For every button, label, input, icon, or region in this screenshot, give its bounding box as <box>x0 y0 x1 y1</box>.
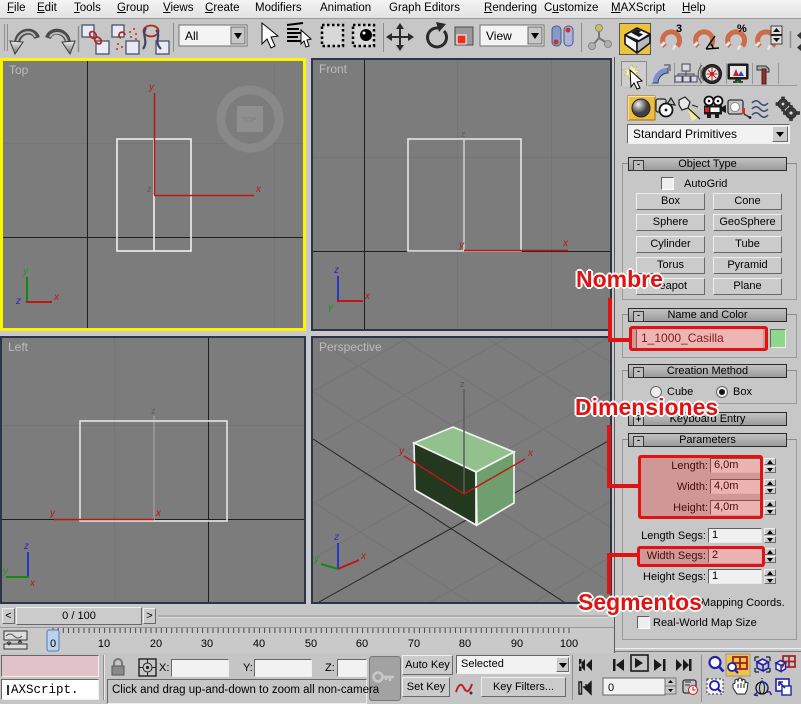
svg-text:x: x <box>360 551 367 562</box>
svg-text:60: 60 <box>356 638 368 650</box>
svg-text:40: 40 <box>253 638 265 650</box>
svg-text:z: z <box>147 184 152 194</box>
svg-text:All: All <box>185 29 198 43</box>
svg-text:50: 50 <box>305 638 317 650</box>
svg-text:y: y <box>458 240 465 251</box>
svg-text:30: 30 <box>201 638 213 650</box>
svg-text:TOP: TOP <box>242 117 257 124</box>
svg-text:z: z <box>151 406 156 416</box>
svg-text:x: x <box>562 238 569 249</box>
svg-text:100: 100 <box>560 638 578 650</box>
svg-text:3: 3 <box>676 23 682 35</box>
svg-text:z: z <box>333 265 339 276</box>
svg-text:x: x <box>255 184 262 195</box>
svg-text:0: 0 <box>50 638 56 650</box>
svg-text:x: x <box>364 291 371 302</box>
svg-text:90: 90 <box>511 638 523 650</box>
svg-text:y: y <box>313 554 320 565</box>
svg-text:x: x <box>53 292 60 303</box>
svg-text:%: % <box>737 23 747 35</box>
svg-text:y: y <box>327 302 334 313</box>
svg-text:20: 20 <box>150 638 162 650</box>
svg-text:0: 0 <box>608 682 614 694</box>
svg-text:y: y <box>49 508 56 519</box>
svg-text:View: View <box>486 29 512 43</box>
svg-text:z: z <box>460 379 465 389</box>
svg-text:y: y <box>148 82 155 93</box>
svg-text:x: x <box>527 448 534 459</box>
svg-text:x: x <box>29 578 36 589</box>
svg-text:y: y <box>398 446 405 457</box>
svg-text:10: 10 <box>98 638 110 650</box>
svg-text:80: 80 <box>459 638 471 650</box>
svg-text:y: y <box>2 566 9 577</box>
svg-text:x: x <box>155 508 162 519</box>
svg-text:z: z <box>461 129 466 139</box>
svg-text:z: z <box>333 532 339 543</box>
svg-text:y: y <box>22 266 29 277</box>
svg-text:70: 70 <box>408 638 420 650</box>
svg-text:z: z <box>15 296 21 307</box>
svg-text:z: z <box>23 541 29 552</box>
